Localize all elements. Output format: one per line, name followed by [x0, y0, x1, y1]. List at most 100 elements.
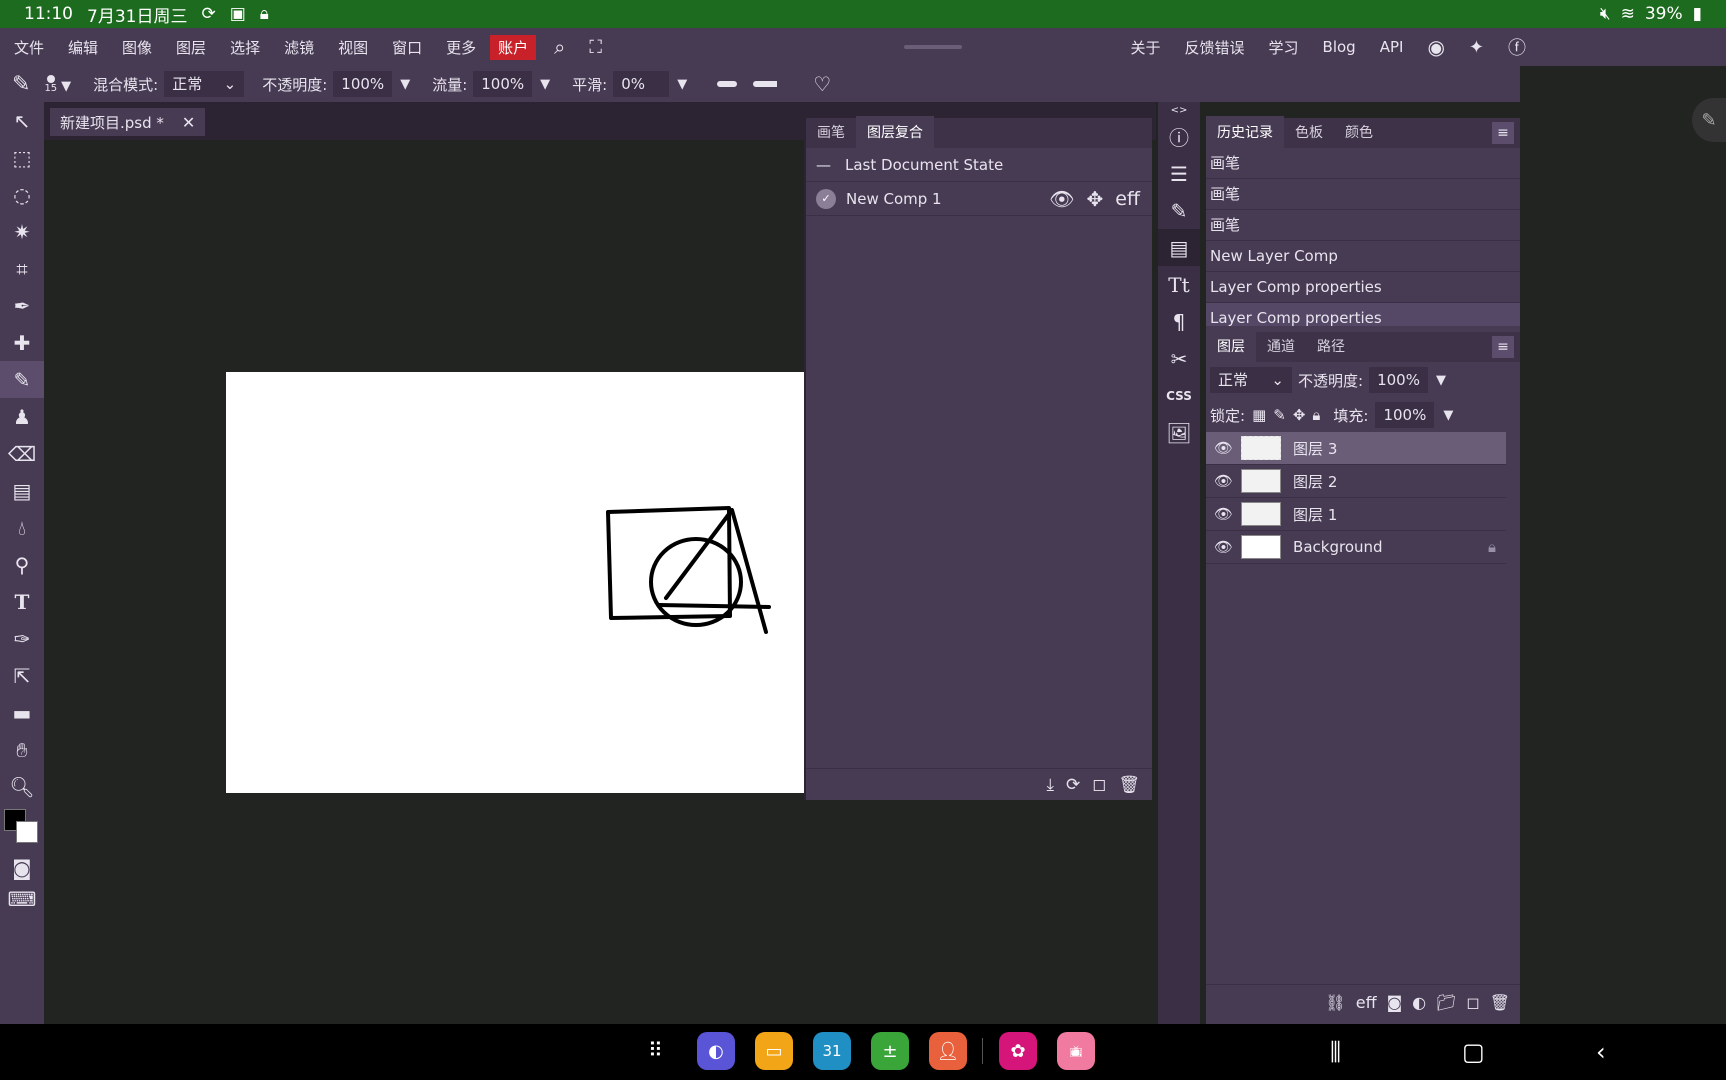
opacity-input[interactable]: 100%	[333, 71, 393, 97]
new-layer-icon[interactable]: ◻	[1466, 993, 1479, 1012]
healing-tool-icon[interactable]: ✚	[0, 324, 44, 361]
character-icon[interactable]: Tt	[1158, 266, 1200, 303]
menu-account[interactable]: 账户	[490, 34, 537, 60]
reddit-icon[interactable]: ◉	[1415, 35, 1456, 59]
menu-api[interactable]: API	[1368, 38, 1416, 56]
eraser-tool-icon[interactable]: ⌫	[0, 435, 44, 472]
layer-row[interactable]: 👁︎ 图层 2	[1206, 465, 1506, 498]
heart-icon[interactable]: ♡	[813, 72, 831, 96]
layer-comp-row-last-state[interactable]: — Last Document State	[806, 148, 1152, 182]
lock-pixels-icon[interactable]: ✎	[1273, 406, 1286, 424]
visibility-icon[interactable]: 👁︎	[1049, 187, 1074, 211]
pen-tool-icon[interactable]: ✑	[0, 620, 44, 657]
lock-position-icon[interactable]: ✥	[1293, 406, 1306, 424]
lock-transparency-icon[interactable]: ▦	[1252, 406, 1266, 424]
tools-icon[interactable]: ✂	[1158, 340, 1200, 377]
shape-tool-icon[interactable]: ▬	[0, 694, 44, 731]
trash-icon[interactable]: 🗑︎	[1118, 775, 1140, 795]
lasso-tool-icon[interactable]: ◌	[0, 176, 44, 213]
hand-tool-icon[interactable]: ✋︎	[0, 731, 44, 768]
menu-report-bug[interactable]: 反馈错误	[1173, 37, 1257, 58]
pressure-size-icon[interactable]	[753, 81, 778, 87]
flow-input[interactable]: 100%	[473, 71, 533, 97]
text-tool-icon[interactable]: T	[0, 583, 44, 620]
calculator-app-icon[interactable]: ±	[871, 1032, 909, 1070]
layer-effects-icon[interactable]: eff	[1356, 993, 1377, 1012]
layer-row[interactable]: 👁︎ Background 🔒︎	[1206, 531, 1506, 564]
tab-paths[interactable]: 路径	[1306, 330, 1356, 362]
image-icon[interactable]: 🖼︎	[1158, 414, 1200, 451]
brush-settings-icon[interactable]: ✎	[1158, 192, 1200, 229]
blur-tool-icon[interactable]: 💧︎	[0, 509, 44, 546]
brush-tool-icon[interactable]: ✎	[0, 361, 44, 398]
panel-menu-icon[interactable]: ≡	[1492, 122, 1514, 144]
menu-file[interactable]: 文件	[2, 37, 56, 58]
menu-edit[interactable]: 编辑	[56, 37, 110, 58]
bilibili-app-icon[interactable]: 📺︎	[1057, 1032, 1095, 1070]
brush-tool-icon[interactable]: ✎	[12, 72, 30, 97]
browser-app-icon[interactable]: ◐	[697, 1032, 735, 1070]
fullscreen-icon[interactable]: ⛶	[577, 37, 614, 58]
css-icon[interactable]: CSS	[1158, 377, 1200, 414]
layer-row[interactable]: 👁︎ 图层 3	[1206, 432, 1506, 465]
menu-window[interactable]: 窗口	[380, 37, 434, 58]
calendar-app-icon[interactable]: 31	[813, 1032, 851, 1070]
opacity-dropdown-icon[interactable]: ▼	[1436, 373, 1446, 388]
crop-tool-icon[interactable]: ⌗	[0, 250, 44, 287]
background-color[interactable]	[16, 821, 38, 843]
layer-opacity-input[interactable]: 100%	[1369, 367, 1428, 393]
pressure-opacity-icon[interactable]	[717, 81, 738, 87]
twitter-icon[interactable]: ✦	[1457, 37, 1496, 58]
drag-handle[interactable]	[903, 45, 962, 49]
new-group-icon[interactable]: 📁︎	[1436, 993, 1456, 1012]
visibility-icon[interactable]: 👁︎	[1214, 505, 1233, 523]
menu-learn[interactable]: 学习	[1257, 37, 1311, 58]
apply-comp-icon[interactable]: ⤓	[1047, 775, 1055, 795]
update-comp-icon[interactable]: ⟳	[1066, 775, 1080, 795]
search-icon[interactable]: ⌕	[542, 35, 577, 59]
new-comp-icon[interactable]: ◻	[1092, 775, 1106, 795]
layer-mask-icon[interactable]: ◙	[1387, 993, 1403, 1012]
panel-menu-icon[interactable]: ≡	[1492, 336, 1514, 358]
contacts-app-icon[interactable]: 👤︎	[929, 1032, 967, 1070]
effects-icon[interactable]: eff	[1115, 188, 1140, 210]
menu-view[interactable]: 视图	[326, 37, 380, 58]
gradient-tool-icon[interactable]: ▤	[0, 472, 44, 509]
layer-comps-icon[interactable]: ▤	[1158, 229, 1200, 266]
fill-input[interactable]: 100%	[1375, 402, 1435, 428]
back-button[interactable]: ‹	[1596, 1038, 1606, 1066]
opacity-dropdown-icon[interactable]: ▼	[400, 77, 410, 92]
adjustment-layer-icon[interactable]: ◐	[1412, 993, 1426, 1012]
tab-history[interactable]: 历史记录	[1206, 116, 1284, 148]
recent-apps-button[interactable]: ⫼	[1330, 1038, 1341, 1066]
menu-more[interactable]: 更多	[434, 37, 488, 58]
layer-blend-mode-select[interactable]: 正常 ⌄	[1210, 367, 1292, 393]
adjustments-icon[interactable]: ☰	[1158, 155, 1200, 192]
edit-fab-icon[interactable]: ✎	[1692, 98, 1726, 142]
color-swatches[interactable]	[0, 805, 44, 849]
visibility-icon[interactable]: 👁︎	[1214, 439, 1233, 457]
files-app-icon[interactable]: ▭	[755, 1032, 793, 1070]
layer-comp-row-new-comp-1[interactable]: ✓ New Comp 1 👁︎ ✥ eff	[806, 182, 1152, 216]
history-item[interactable]: 画笔	[1206, 148, 1520, 179]
history-item[interactable]: New Layer Comp	[1206, 241, 1520, 272]
paragraph-icon[interactable]: ¶	[1158, 303, 1200, 340]
menu-about[interactable]: 关于	[1119, 37, 1173, 58]
magic-wand-tool-icon[interactable]: ✷	[0, 213, 44, 250]
tab-channels[interactable]: 通道	[1256, 330, 1306, 362]
canvas[interactable]	[226, 372, 804, 793]
tab-swatches[interactable]: 色板	[1284, 116, 1334, 148]
collapse-arrows-icon[interactable]: <>	[1158, 102, 1200, 118]
link-layers-icon[interactable]: ⛓	[1325, 993, 1345, 1012]
history-item[interactable]: 画笔	[1206, 179, 1520, 210]
home-button[interactable]: ▢	[1462, 1038, 1485, 1066]
stamp-tool-icon[interactable]: ♟	[0, 398, 44, 435]
eyedropper-tool-icon[interactable]: ✒	[0, 287, 44, 324]
layer-row[interactable]: 👁︎ 图层 1	[1206, 498, 1506, 531]
lock-all-icon[interactable]: 🔒︎	[1312, 406, 1320, 424]
zoom-tool-icon[interactable]: 🔍︎	[0, 768, 44, 805]
menu-blog[interactable]: Blog	[1311, 38, 1368, 56]
brush-preset-picker[interactable]: 15 ▼	[44, 74, 77, 94]
marquee-tool-icon[interactable]: ⬚	[0, 139, 44, 176]
menu-select[interactable]: 选择	[218, 37, 272, 58]
